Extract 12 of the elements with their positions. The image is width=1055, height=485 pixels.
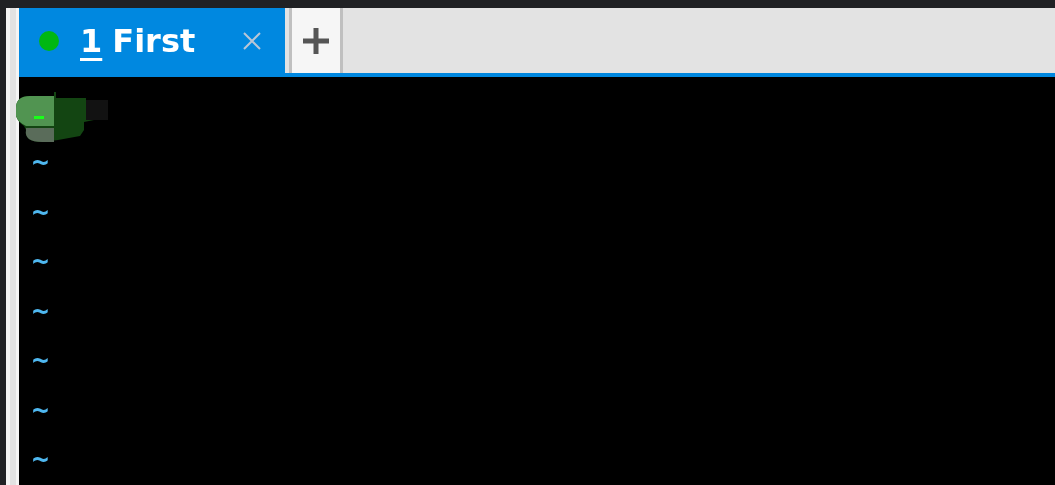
tilde-line-marker: ~ [32, 293, 49, 327]
tilde-line-marker: ~ [32, 194, 49, 228]
tilde-line-marker: ~ [32, 392, 49, 426]
plus-icon [303, 27, 329, 54]
tab-number: 1 [80, 21, 103, 60]
tab-title: First [112, 21, 196, 60]
tab[interactable]: 1 First [19, 8, 285, 73]
tilde-line-marker: ~ [32, 442, 49, 476]
tilde-line-marker: ~ [32, 244, 49, 278]
tilde-line-marker: ~ [32, 145, 49, 179]
new-tab-button[interactable] [289, 8, 343, 73]
tilde-line-marker: ~ [32, 343, 49, 377]
